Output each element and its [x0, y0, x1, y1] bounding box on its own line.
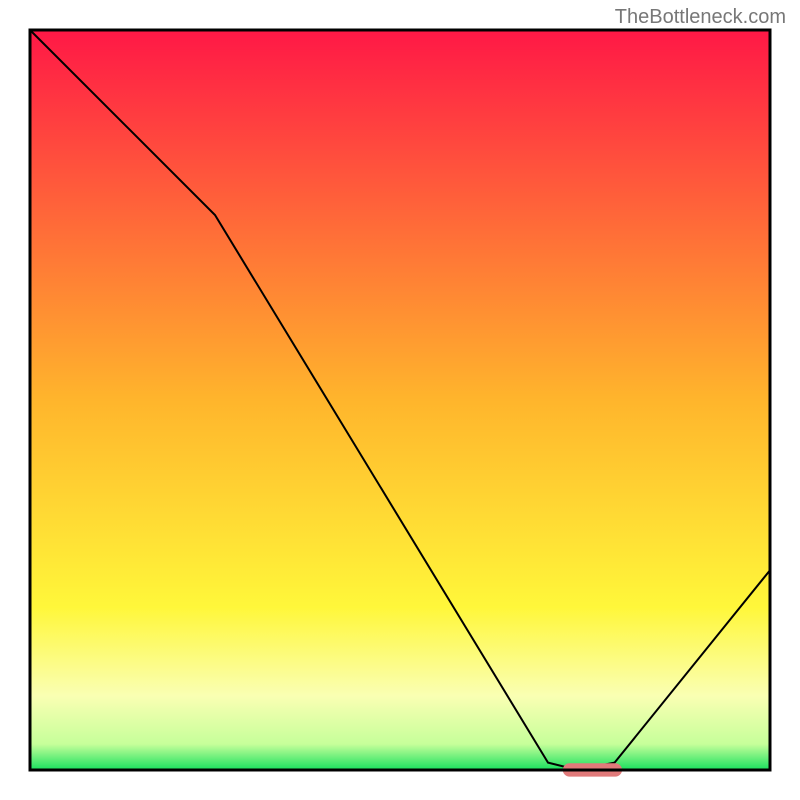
watermark-text: TheBottleneck.com [615, 6, 786, 29]
bottleneck-chart [0, 0, 800, 800]
